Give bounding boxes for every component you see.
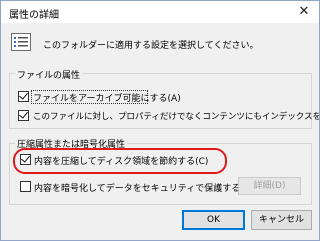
close-button[interactable]: ✕ [289, 1, 319, 23]
check-mark-icon [19, 109, 28, 119]
encrypt-checkbox[interactable] [20, 181, 31, 192]
file-attributes-title: ファイルの属性 [15, 68, 83, 81]
check-mark-icon [19, 90, 28, 100]
index-checkbox[interactable] [18, 109, 29, 121]
ok-button[interactable]: OK [182, 210, 245, 230]
advanced-attributes-dialog: 属性の詳細 ✕ このフォルダーに適用する設定を選択してください。 ファイルの属性… [0, 0, 320, 241]
dialog-title: 属性の詳細 [9, 10, 59, 21]
details-button[interactable]: 詳細(D) [238, 177, 301, 195]
cancel-button[interactable]: キャンセル [251, 210, 312, 230]
title-bar: 属性の詳細 ✕ [1, 1, 319, 23]
archive-checkbox[interactable] [18, 90, 29, 102]
index-label[interactable]: このファイルに対し、プロパティだけでなくコンテンツにもインデックスを付ける(I) [33, 110, 319, 122]
instruction-text: このフォルダーに適用する設定を選択してください。 [43, 41, 259, 51]
archive-label[interactable]: ファイルをアーカイブ可能にする(A) [33, 91, 181, 104]
encrypt-label[interactable]: 内容を暗号化してデータをセキュリティで保護する(E) [34, 181, 253, 194]
red-highlight-annotation [13, 148, 227, 174]
attributes-list-icon [11, 33, 31, 51]
